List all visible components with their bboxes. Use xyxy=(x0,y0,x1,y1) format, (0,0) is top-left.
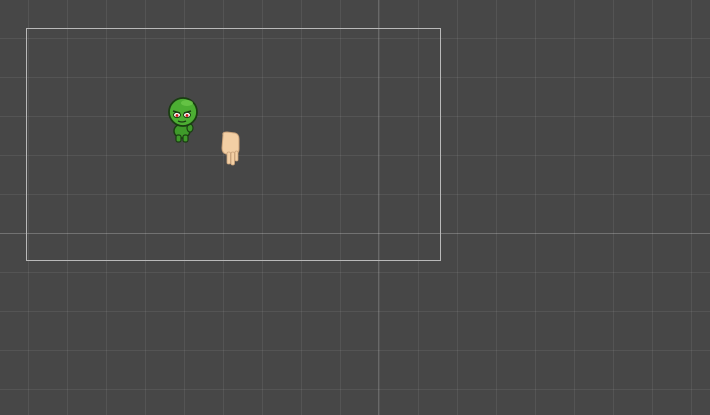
hand-sprite[interactable] xyxy=(218,131,244,167)
zombie-character[interactable] xyxy=(163,95,201,145)
hand-icon xyxy=(221,131,240,166)
scene-view[interactable] xyxy=(0,0,710,415)
green-zombie-icon xyxy=(168,97,198,143)
